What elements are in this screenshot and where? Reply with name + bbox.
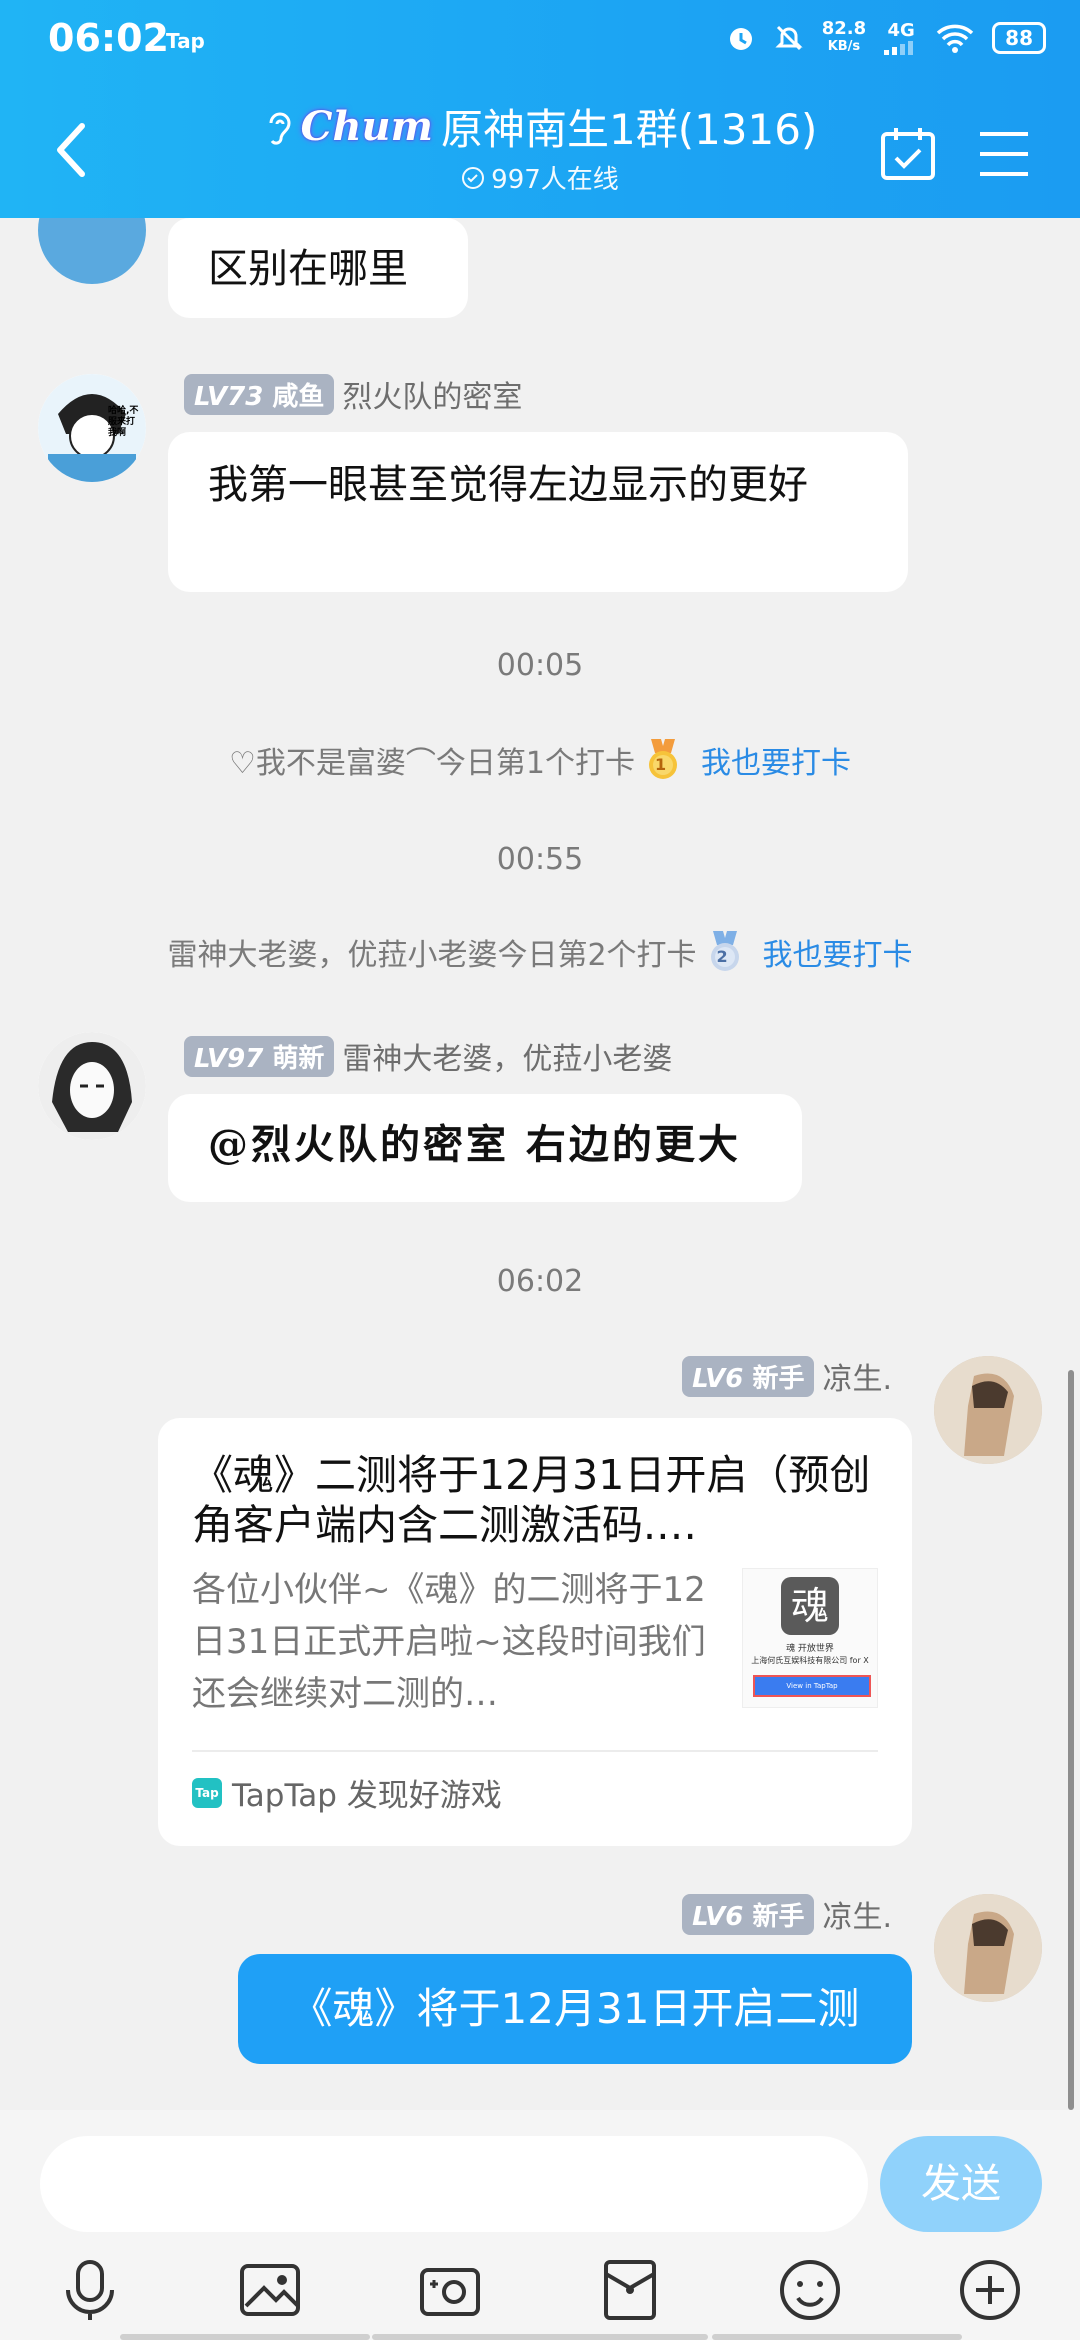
badge-title: 新手 <box>752 1363 805 1394</box>
card-source-text: TapTap 发现好游戏 <box>232 1778 502 1814</box>
timestamp: 06:02 <box>496 1264 584 1299</box>
sender-name[interactable]: 凉生. <box>822 1354 892 1398</box>
status-time: 06:02 <box>48 16 169 60</box>
network-type: 4G <box>887 20 915 41</box>
plus-icon[interactable] <box>956 2256 1024 2324</box>
card-divider <box>192 1750 878 1752</box>
sender-meta: LV97 萌新 雷神大老婆，优菈小老婆 <box>184 1034 672 1078</box>
level: LV6 <box>692 1901 744 1932</box>
status-tap-indicator: Tap <box>166 29 205 53</box>
sender-meta: LV6 新手 凉生. <box>682 1892 892 1936</box>
badge-title: 新手 <box>752 1901 805 1932</box>
level: LV6 <box>692 1363 744 1394</box>
sender-meta: LV73 咸鱼 烈火队的密室 <box>184 372 522 416</box>
scrollbar[interactable] <box>1068 1370 1074 2110</box>
nav-indicator <box>712 2334 962 2340</box>
checkin-link[interactable]: 我也要打卡 <box>763 930 913 974</box>
thumb-logo: 魂 <box>781 1577 839 1635</box>
calendar-check-icon[interactable] <box>878 124 938 184</box>
online-text: 997人在线 <box>491 165 619 195</box>
card-description: 各位小伙伴~《魂》的二测将于12日31日正式开启啦~这段时间我们还会继续对二测的… <box>192 1570 706 1714</box>
status-icons: 82.8 KB/s 4G 88 <box>726 20 1046 56</box>
sender-name[interactable]: 凉生. <box>822 1892 892 1936</box>
taptap-icon: Tap <box>192 1777 222 1808</box>
thumb-line2: 上海何氏互娱科技有限公司 for X <box>751 1656 869 1665</box>
message-text: 《魂》将于12月31日开启二测 <box>290 1984 860 2033</box>
ear-icon[interactable] <box>263 107 293 147</box>
wifi-icon <box>936 24 974 53</box>
checkin-text: ♡我不是富婆⌒今日第1个打卡 <box>229 746 635 781</box>
chum-logo: Chum <box>300 103 433 150</box>
sender-name[interactable]: 雷神大老婆，优菈小老婆 <box>342 1034 672 1078</box>
status-bar: 06:02 Tap 82.8 KB/s 4G 88 <box>0 0 1080 84</box>
avatar[interactable] <box>38 1032 146 1140</box>
checkin-notice: ♡我不是富婆⌒今日第1个打卡 1 我也要打卡 <box>0 738 1080 782</box>
mute-icon <box>775 25 803 51</box>
avatar-image <box>934 1356 1042 1464</box>
my-avatar[interactable] <box>934 1894 1042 2002</box>
message-bubble[interactable]: @烈火队的密室 右边的更大 <box>168 1094 802 1202</box>
battery-indicator: 88 <box>992 22 1046 54</box>
message-list[interactable]: 区别在哪里 哈哈,不服来打我啊 LV73 咸鱼 烈火队的密室 我第一眼甚至觉得左… <box>0 218 1080 2110</box>
level: LV73 <box>194 381 264 412</box>
alarm-icon <box>729 28 752 50</box>
message-input[interactable] <box>40 2136 868 2232</box>
avatar[interactable]: 哈哈,不服来打我啊 <box>38 374 146 482</box>
timestamp: 00:05 <box>496 648 584 683</box>
avatar-image <box>38 1032 146 1140</box>
avatar-image <box>934 1894 1042 2002</box>
thumb-line1: 魂 开放世界 <box>786 1644 834 1654</box>
red-packet-icon[interactable] <box>596 2256 664 2324</box>
avatar[interactable] <box>38 218 146 284</box>
badge-title: 萌新 <box>272 1043 325 1074</box>
nav-indicator <box>372 2334 708 2340</box>
signal-indicator: 4G <box>884 21 918 55</box>
message-bubble[interactable]: 区别在哪里 <box>168 218 468 318</box>
signal-icon <box>884 41 914 55</box>
sender-name[interactable]: 烈火队的密室 <box>342 372 522 416</box>
checkin-notice: 雷神大老婆，优菈小老婆今日第2个打卡 2 我也要打卡 <box>0 930 1080 974</box>
badge-title: 咸鱼 <box>272 381 325 412</box>
net-speed-value: 82.8 <box>821 18 867 39</box>
sender-meta: LV6 新手 凉生. <box>682 1354 892 1398</box>
message-bubble[interactable]: 《魂》将于12月31日开启二测 <box>238 1954 912 2064</box>
nav-indicator <box>120 2334 370 2340</box>
thumb-button: View in TapTap <box>753 1675 871 1697</box>
card-source: Tap TapTap 发现好游戏 <box>192 1770 502 1815</box>
timestamp: 00:55 <box>496 842 584 877</box>
checkin-link[interactable]: 我也要打卡 <box>701 738 851 782</box>
message-text: 区别在哪里 <box>208 246 408 292</box>
online-check-icon <box>462 166 485 189</box>
menu-icon[interactable] <box>976 126 1032 182</box>
message-bubble[interactable]: 我第一眼甚至觉得左边显示的更好 <box>168 432 908 592</box>
mic-icon[interactable] <box>56 2256 124 2324</box>
camera-icon[interactable] <box>416 2256 484 2324</box>
emoji-icon[interactable] <box>776 2256 844 2324</box>
image-icon[interactable] <box>236 2256 304 2324</box>
message-text: 我第一眼甚至觉得左边显示的更好 <box>208 462 808 508</box>
card-thumbnail: 魂 魂 开放世界 上海何氏互娱科技有限公司 for X View in TapT… <box>742 1568 878 1708</box>
my-avatar[interactable] <box>934 1356 1042 1464</box>
input-area: 发送 <box>0 2110 1080 2340</box>
card-title: 《魂》二测将于12月31日开启（预创角客户端内含二测激活码.… <box>192 1451 871 1549</box>
level-badge: LV73 咸鱼 <box>184 373 335 415</box>
share-card[interactable]: 《魂》二测将于12月31日开启（预创角客户端内含二测激活码.… 各位小伙伴~《魂… <box>158 1418 912 1846</box>
chat-header: 06:02 Tap 82.8 KB/s 4G 88 Chum 原神南生1群(13… <box>0 0 1080 218</box>
avatar-caption: 哈哈,不服来打我啊 <box>108 406 139 438</box>
level-badge: LV6 新手 <box>682 1355 815 1397</box>
message-text: @烈火队的密室 右边的更大 <box>208 1121 741 1168</box>
net-speed-unit: KB/s <box>827 39 861 54</box>
level-badge: LV97 萌新 <box>184 1035 335 1077</box>
page-title: 原神南生1群(1316) <box>440 105 818 154</box>
checkin-text: 雷神大老婆，优菈小老婆今日第2个打卡 <box>167 938 697 973</box>
online-count: 997人在线 <box>180 159 900 196</box>
net-speed: 82.8 KB/s <box>822 20 866 56</box>
group-title-area[interactable]: Chum 原神南生1群(1316) 997人在线 <box>180 96 900 196</box>
level: LV97 <box>194 1043 264 1074</box>
send-button[interactable]: 发送 <box>880 2136 1042 2232</box>
level-badge: LV6 新手 <box>682 1893 815 1935</box>
back-icon[interactable] <box>48 118 92 182</box>
